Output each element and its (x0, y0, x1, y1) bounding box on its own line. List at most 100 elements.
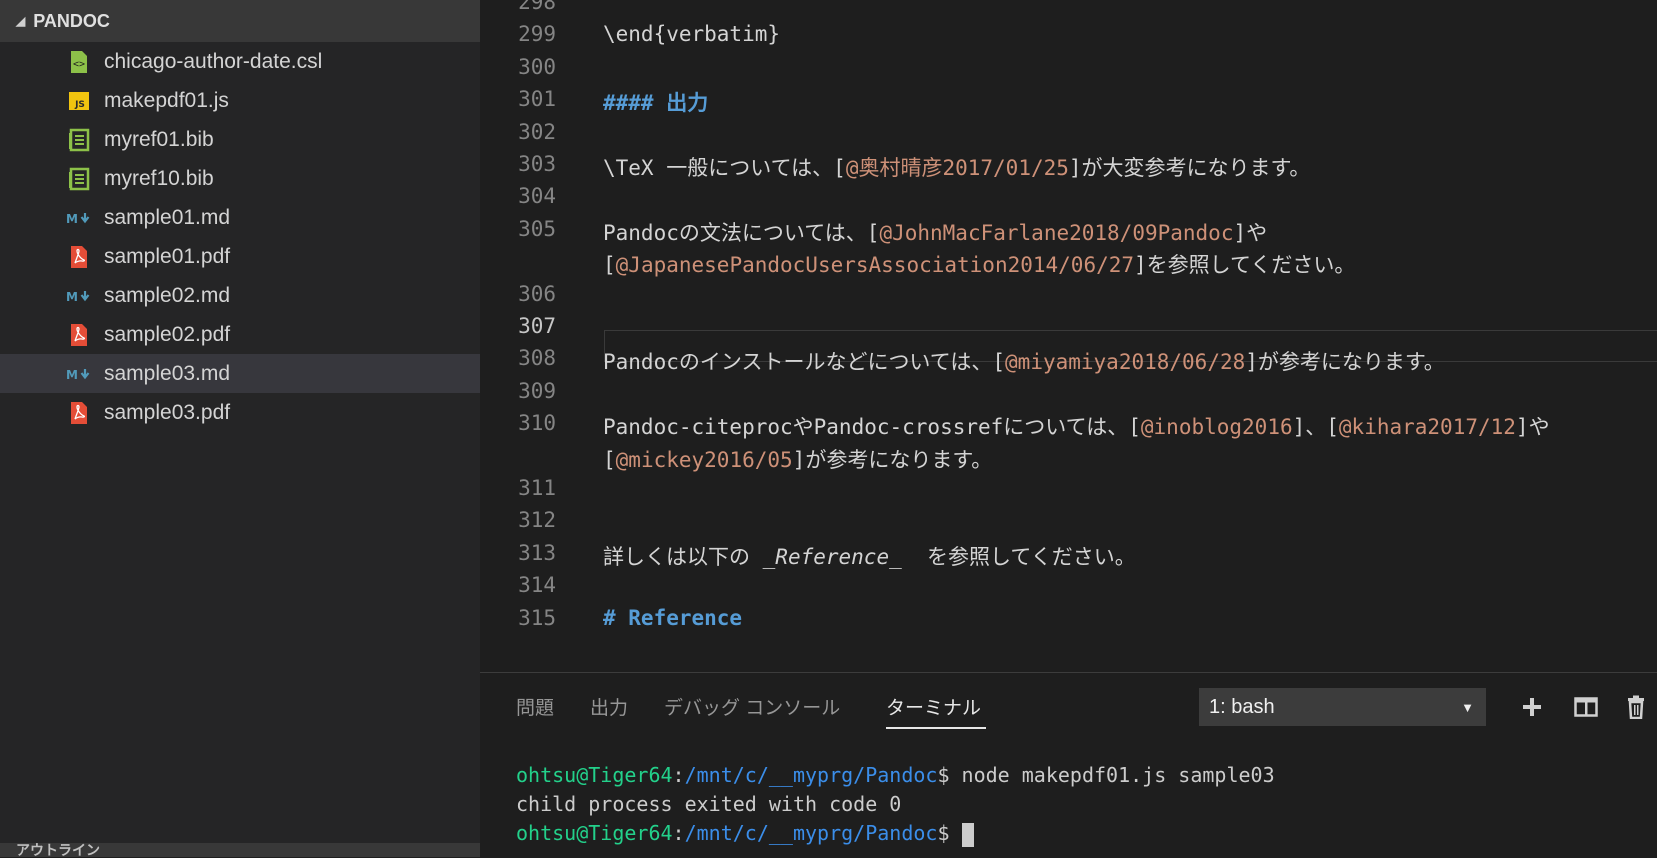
plus-icon[interactable] (1516, 691, 1548, 723)
editor-line[interactable]: 314 (480, 569, 1657, 603)
editor-line[interactable]: 301 #### 出力 (480, 83, 1657, 117)
editor-line[interactable]: 304 (480, 180, 1657, 214)
bib-file-icon (66, 166, 92, 192)
split-icon[interactable] (1570, 691, 1602, 723)
pdf-file-icon (66, 244, 92, 270)
prompt-path: /mnt/c/__myprg/Pandoc (684, 821, 938, 845)
markdown-file-icon: M (66, 205, 92, 231)
line-number: 303 (518, 152, 556, 176)
prompt-command: $ node makepdf01.js sample03 (937, 763, 1275, 787)
line-number: 307 (518, 314, 556, 338)
outline-section-header[interactable]: アウトライン (0, 843, 480, 857)
code-text: ]や (1515, 415, 1550, 440)
editor-line[interactable]: 310 Pandoc-citeprocやPandoc-crossrefについては、… (480, 407, 1657, 441)
line-number: 306 (518, 281, 556, 306)
line-number: 305 (518, 216, 556, 241)
terminal-line: ohtsu@Tiger64:/mnt/c/__myprg/Pandoc$ nod… (516, 761, 1275, 790)
editor-line[interactable]: 302 (480, 116, 1657, 150)
svg-text:M: M (66, 212, 78, 225)
editor-line[interactable]: 306 (480, 278, 1657, 312)
code-text: ]が参考になります。 (1245, 350, 1445, 375)
js-file-icon: JS (66, 88, 92, 114)
line-number: 310 (518, 411, 556, 436)
pdf-file-icon (66, 400, 92, 426)
citation-key: @kihara2017/12 (1338, 415, 1516, 440)
prompt-separator: : (672, 763, 685, 787)
tab-problems[interactable]: 問題 (516, 693, 554, 720)
prompt-user: ohtsu@Tiger64 (516, 821, 673, 845)
trash-icon[interactable] (1620, 691, 1652, 723)
tab-terminal[interactable]: ターミナル (886, 693, 981, 720)
line-code: [@mickey2016/05]が参考になります。 (603, 444, 992, 474)
prompt-user: ohtsu@Tiger64 (516, 763, 673, 787)
line-code: # Reference (603, 606, 742, 630)
line-number: 312 (518, 508, 556, 533)
editor[interactable]: 298 299 \end{verbatim} 300 301 #### 出力 302 303 \… (480, 0, 1657, 672)
file-item[interactable]: Msample03.md (0, 354, 480, 393)
file-name: sample01.pdf (104, 244, 231, 268)
file-item[interactable]: Msample01.md (0, 198, 480, 237)
editor-line[interactable]: 315 # Reference (480, 602, 1657, 636)
prompt-command: $ (937, 821, 962, 845)
csl-file-icon: <> (66, 49, 92, 75)
editor-line[interactable]: 308 Pandocのインストールなどについては、[@miyamiya2018/0… (480, 342, 1657, 376)
code-text: Pandoc-citeprocやPandoc-crossrefについては、[ (603, 415, 1141, 440)
collapse-triangle-icon: ◢ (16, 14, 26, 28)
editor-line[interactable]: 299 \end{verbatim} (480, 18, 1657, 52)
terminal-select-value: 1: bash (1209, 695, 1275, 718)
editor-line[interactable]: [@JapanesePandocUsersAssociation2014/06/… (480, 245, 1657, 279)
markdown-file-icon: M (66, 283, 92, 309)
line-number: 304 (518, 184, 556, 209)
file-name: chicago-author-date.csl (104, 49, 323, 73)
tab-debug-console[interactable]: デバッグ コンソール (664, 693, 840, 720)
heading-text: #### 出力 (603, 91, 709, 116)
file-item[interactable]: <> chicago-author-date.csl (0, 42, 480, 81)
file-item[interactable]: myref01.bib (0, 120, 480, 159)
editor-line[interactable]: 298 (480, 0, 1657, 20)
line-number: 300 (518, 54, 556, 79)
file-item[interactable]: JS makepdf01.js (0, 81, 480, 120)
line-code: \TeX 一般については、[@奥村晴彦2017/01/25]が大変参考になります… (603, 152, 1310, 182)
terminal-line: ohtsu@Tiger64:/mnt/c/__myprg/Pandoc$ (516, 819, 1275, 848)
markdown-file-icon: M (66, 361, 92, 387)
bottom-panel: 問題 出力 デバッグ コンソール ターミナル 1: bash ▼ ohtsu@T… (480, 672, 1657, 858)
editor-line[interactable]: 313 詳しくは以下の _Reference_ を参照してください。 (480, 537, 1657, 571)
editor-line[interactable]: 307 (480, 310, 1657, 344)
line-number: 302 (518, 119, 556, 144)
line-code: #### 出力 (603, 87, 708, 117)
file-item[interactable]: myref10.bib (0, 159, 480, 198)
file-name: sample02.pdf (104, 322, 231, 346)
line-code: [@JapanesePandocUsersAssociation2014/06/… (603, 249, 1355, 279)
terminal-output-text: child process exited with code 0 (516, 792, 902, 816)
tab-output[interactable]: 出力 (590, 693, 628, 720)
file-item[interactable]: sample01.pdf (0, 237, 480, 276)
terminal-output[interactable]: ohtsu@Tiger64: /mnt/c/__myprg/Pandoc $ nod… (516, 761, 1275, 848)
file-name: myref10.bib (104, 166, 214, 190)
code-text: ]、[ (1292, 415, 1339, 440)
svg-text:M: M (66, 290, 78, 303)
citation-key: @JohnMacFarlane2018/09Pandoc (879, 220, 1234, 245)
file-name: sample01.md (104, 205, 231, 229)
chevron-down-icon: ▼ (1461, 699, 1474, 715)
editor-line[interactable]: 311 (480, 472, 1657, 506)
code-text: Pandocの文法については、[ (603, 220, 880, 245)
editor-line[interactable]: 305 Pandocの文法については、[@JohnMacFarlane2018/0… (480, 213, 1657, 247)
terminal-select[interactable]: 1: bash ▼ (1199, 688, 1486, 726)
editor-line[interactable]: 300 (480, 51, 1657, 85)
editor-line[interactable]: 303 \TeX 一般については、[@奥村晴彦2017/01/25]が大変参考にな… (480, 148, 1657, 182)
editor-line[interactable]: [@mickey2016/05]が参考になります。 (480, 440, 1657, 474)
file-item[interactable]: sample02.pdf (0, 315, 480, 354)
file-item[interactable]: Msample02.md (0, 276, 480, 315)
svg-text:M: M (66, 368, 78, 381)
citation-key: @inoblog2016 (1140, 415, 1293, 440)
file-name: myref01.bib (104, 127, 214, 151)
line-number: 308 (518, 346, 556, 371)
explorer-folder-header[interactable]: ◢ PANDOC (0, 0, 480, 42)
file-item[interactable]: sample03.pdf (0, 393, 480, 432)
active-tab-indicator (886, 727, 986, 729)
code-text: _Reference_ (762, 544, 902, 569)
editor-line[interactable]: 312 (480, 504, 1657, 538)
code-text: \TeX 一般については、[ (603, 156, 846, 180)
line-code: Pandoc-citeprocやPandoc-crossrefについては、[@i… (603, 411, 1550, 441)
editor-line[interactable]: 309 (480, 375, 1657, 409)
